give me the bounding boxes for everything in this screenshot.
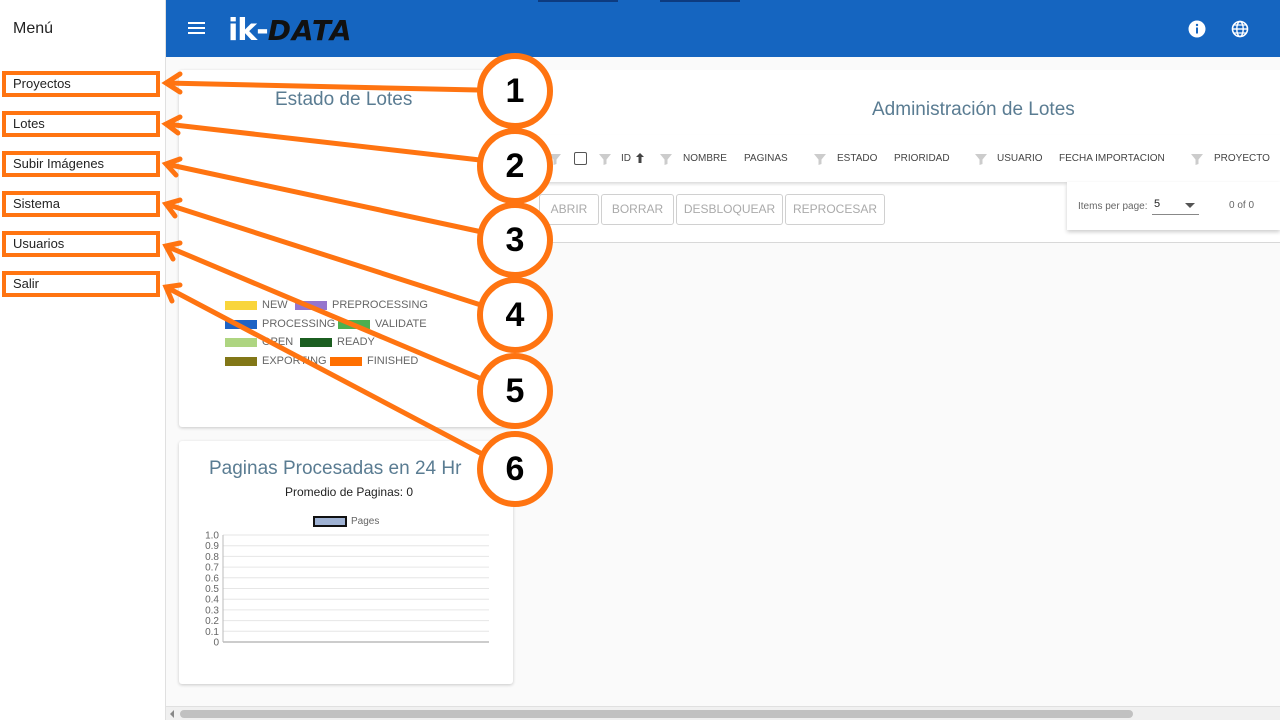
callout-3: 3 bbox=[477, 202, 553, 278]
app-root: ik- DATA Estado de Lotes NEW PREPROCESSI… bbox=[0, 0, 1280, 720]
callout-2: 2 bbox=[477, 128, 553, 204]
annotation-arrows bbox=[161, 71, 488, 459]
callout-1: 1 bbox=[477, 53, 553, 129]
callout-4: 4 bbox=[477, 277, 553, 353]
arrow-2 bbox=[165, 121, 481, 163]
arrow-1 bbox=[165, 80, 479, 93]
callout-5: 5 bbox=[477, 353, 553, 429]
arrow-4 bbox=[165, 201, 485, 309]
callout-6: 6 bbox=[477, 431, 553, 507]
